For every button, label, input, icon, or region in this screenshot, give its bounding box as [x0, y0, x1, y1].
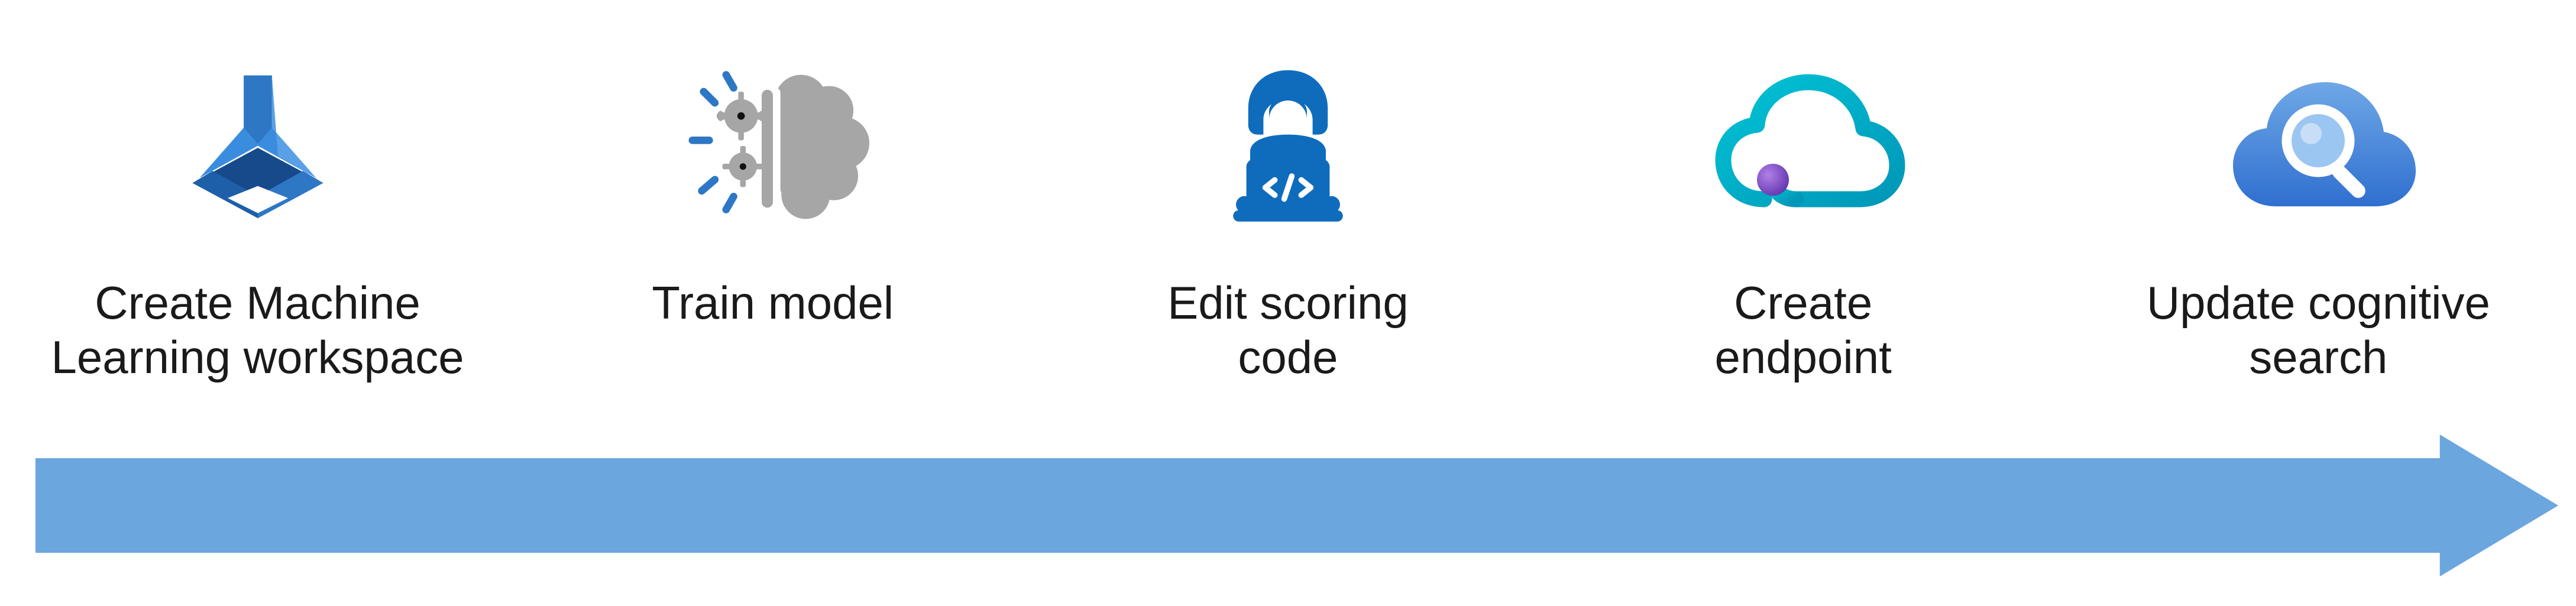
step-label: Create MachineLearning workspace [51, 276, 464, 384]
steps-row: Create MachineLearning workspace [0, 0, 2576, 426]
cloud-endpoint-icon [1691, 35, 1915, 260]
step-train-model: Train model [530, 0, 1015, 330]
step-label: Createendpoint [1715, 276, 1892, 384]
brain-gear-icon [661, 35, 885, 260]
step-label: Edit scoringcode [1167, 276, 1409, 384]
step-label: Train model [652, 276, 894, 330]
developer-laptop-icon [1176, 35, 1400, 260]
step-label: Update cognitivesearch [2147, 276, 2490, 384]
process-flow-diagram: Create MachineLearning workspace [0, 0, 2576, 606]
azure-ml-icon [145, 35, 370, 260]
cognitive-search-icon [2206, 35, 2431, 260]
step-update-cognitive-search: Update cognitivesearch [2076, 0, 2561, 384]
step-edit-scoring-code: Edit scoringcode [1046, 0, 1530, 384]
flow-arrow-icon [35, 435, 2558, 576]
step-create-endpoint: Createendpoint [1561, 0, 2046, 384]
step-create-ml-workspace: Create MachineLearning workspace [15, 0, 500, 384]
